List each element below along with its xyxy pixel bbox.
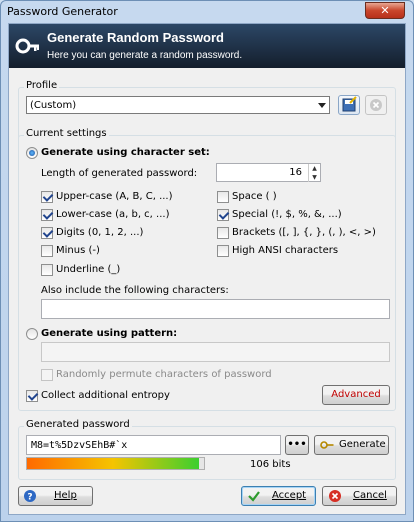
permute-label: Randomly permute characters of password bbox=[56, 369, 272, 380]
quality-bits-label: 106 bits bbox=[250, 459, 291, 470]
password-generator-window: Password Generator ✕ Generate Random Pas… bbox=[0, 0, 414, 522]
cancel-button[interactable]: Cancel bbox=[322, 486, 397, 506]
key-icon bbox=[320, 441, 334, 449]
pattern-radio-label: Generate using pattern: bbox=[41, 328, 178, 339]
spin-up-icon[interactable]: ▲ bbox=[309, 164, 320, 173]
current-settings-label: Current settings bbox=[24, 128, 109, 139]
length-value: 16 bbox=[289, 167, 302, 178]
brackets-checkbox[interactable] bbox=[217, 227, 229, 239]
uppercase-checkbox[interactable] bbox=[41, 191, 53, 203]
brackets-label: Brackets ([, ], {, }, (, ), <, >) bbox=[232, 227, 376, 238]
save-profile-icon bbox=[342, 96, 357, 112]
lowercase-label: Lower-case (a, b, c, ...) bbox=[56, 209, 170, 220]
special-label: Special (!, $, %, &, ...) bbox=[232, 209, 342, 220]
svg-text:?: ? bbox=[27, 493, 32, 503]
dialog-client-area: Generate Random Password Here you can ge… bbox=[8, 23, 406, 515]
help-icon: ? bbox=[24, 490, 36, 503]
underline-checkbox[interactable] bbox=[41, 264, 53, 276]
banner-subtitle: Here you can generate a random password. bbox=[47, 50, 243, 61]
underline-label: Underline (_) bbox=[56, 264, 121, 275]
length-spin-buttons[interactable]: ▲ ▼ bbox=[308, 164, 320, 182]
reveal-password-button[interactable]: ••• bbox=[285, 435, 309, 455]
generate-label: Generate bbox=[339, 439, 386, 450]
checkmark-icon bbox=[248, 491, 260, 502]
generated-password-field[interactable]: M8=t%5DzvSEhB#`x bbox=[26, 435, 281, 455]
save-profile-button[interactable] bbox=[338, 95, 360, 115]
delete-profile-button[interactable] bbox=[365, 95, 387, 115]
generated-password-label: Generated password bbox=[24, 419, 132, 430]
key-icon bbox=[15, 38, 39, 54]
accept-label: Accept bbox=[272, 490, 307, 501]
banner-title: Generate Random Password bbox=[47, 30, 224, 45]
delete-icon bbox=[370, 99, 382, 111]
permute-checkbox[interactable] bbox=[41, 369, 53, 381]
pattern-radio[interactable] bbox=[26, 328, 38, 340]
length-label: Length of generated password: bbox=[41, 168, 198, 179]
cancel-label: Cancel bbox=[353, 490, 387, 501]
space-label: Space ( ) bbox=[232, 191, 277, 202]
advanced-button[interactable]: Advanced bbox=[322, 385, 390, 405]
digits-label: Digits (0, 1, 2, ...) bbox=[56, 227, 144, 238]
high-ansi-checkbox[interactable] bbox=[217, 245, 229, 257]
lowercase-checkbox[interactable] bbox=[41, 209, 53, 221]
special-checkbox[interactable] bbox=[217, 209, 229, 221]
digits-checkbox[interactable] bbox=[41, 227, 53, 239]
help-label: Help bbox=[54, 490, 77, 501]
high-ansi-label: High ANSI characters bbox=[232, 245, 339, 256]
spin-down-icon[interactable]: ▼ bbox=[309, 173, 320, 182]
window-title: Password Generator bbox=[7, 5, 118, 18]
space-checkbox[interactable] bbox=[217, 191, 229, 203]
password-quality-bar bbox=[26, 457, 205, 470]
pattern-input[interactable] bbox=[41, 342, 390, 362]
uppercase-label: Upper-case (A, B, C, ...) bbox=[56, 191, 173, 202]
chevron-down-icon bbox=[318, 103, 326, 108]
also-include-input[interactable] bbox=[41, 299, 390, 319]
profile-group-label: Profile bbox=[24, 80, 60, 91]
charset-radio-label: Generate using character set: bbox=[41, 147, 210, 158]
generate-button[interactable]: Generate bbox=[314, 435, 389, 455]
minus-label: Minus (-) bbox=[56, 245, 100, 256]
charset-radio[interactable] bbox=[26, 147, 38, 159]
generated-password-value: M8=t%5DzvSEhB#`x bbox=[31, 440, 128, 451]
quality-fill bbox=[27, 458, 199, 469]
cancel-icon bbox=[329, 490, 341, 502]
collect-entropy-label: Collect additional entropy bbox=[41, 390, 170, 401]
profile-dropdown[interactable]: (Custom) bbox=[26, 96, 330, 114]
window-close-button[interactable]: ✕ bbox=[365, 2, 405, 19]
accept-button[interactable]: Accept bbox=[241, 486, 316, 506]
help-button[interactable]: ? Help bbox=[18, 486, 93, 506]
minus-checkbox[interactable] bbox=[41, 245, 53, 257]
also-include-label: Also include the following characters: bbox=[41, 285, 229, 296]
title-bar[interactable]: Password Generator ✕ bbox=[1, 1, 413, 23]
profile-selected-value: (Custom) bbox=[30, 100, 77, 111]
length-spinner[interactable]: 16 ▲ ▼ bbox=[216, 163, 321, 182]
collect-entropy-checkbox[interactable] bbox=[26, 390, 38, 402]
header-banner: Generate Random Password Here you can ge… bbox=[9, 24, 405, 68]
